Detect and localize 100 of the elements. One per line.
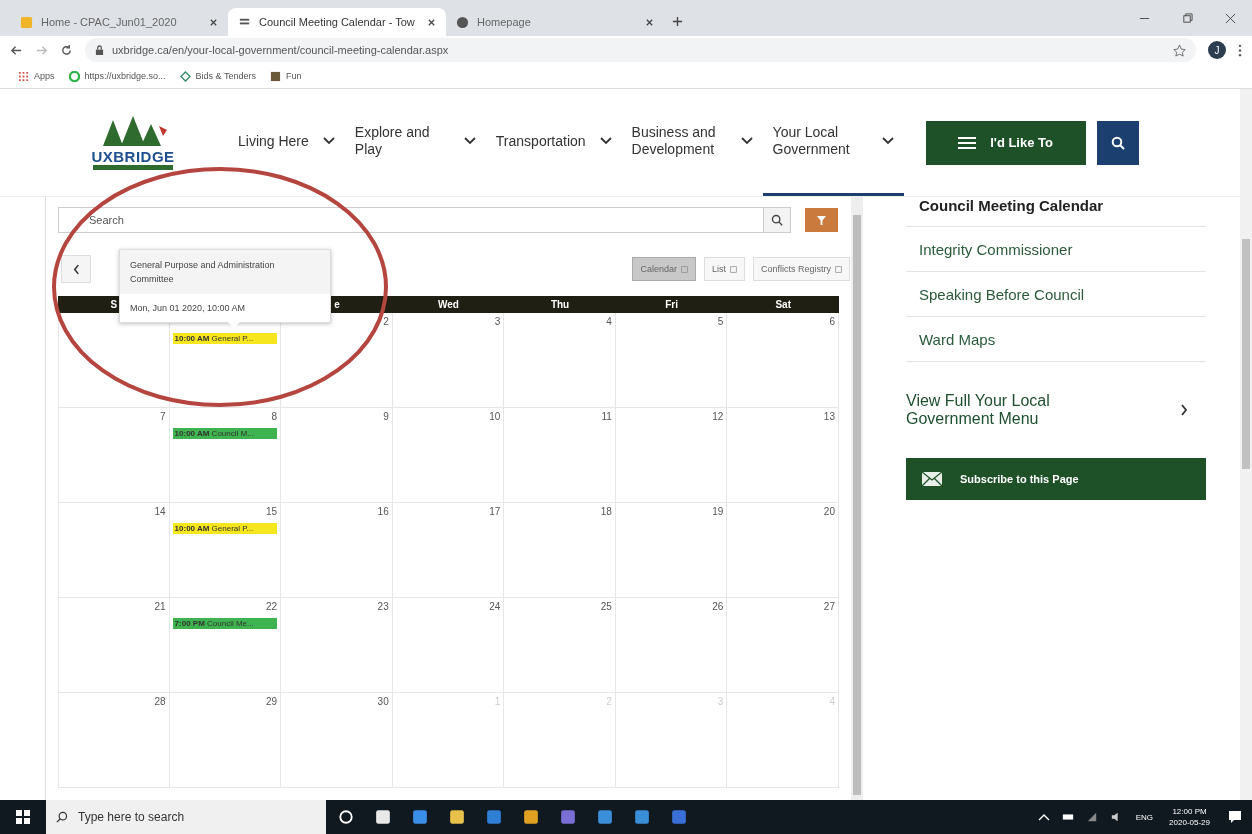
new-tab-icon[interactable] xyxy=(672,16,683,27)
day-number: 9 xyxy=(383,411,389,422)
scrollbar[interactable] xyxy=(1240,89,1252,800)
nav-menu-item[interactable]: Business and Development xyxy=(621,89,763,196)
search-field[interactable]: Search xyxy=(58,207,763,233)
full-menu-link[interactable]: View Full Your Local Government Menu xyxy=(906,392,1206,428)
calendar-event[interactable]: 7:00 PM Council Me... xyxy=(172,618,278,629)
network-icon[interactable] xyxy=(1085,812,1098,822)
tab-title: Council Meeting Calendar - Tow xyxy=(259,16,416,28)
view-toggle-button[interactable]: List xyxy=(703,257,745,281)
windows-icon[interactable] xyxy=(16,810,30,824)
calendar-event[interactable]: 10:00 AM General P... xyxy=(172,333,278,344)
search-button[interactable] xyxy=(763,207,791,233)
close-icon[interactable] xyxy=(1225,13,1236,24)
nav-menu-item[interactable]: Living Here xyxy=(228,89,345,196)
view-toggle-button[interactable]: Calendar xyxy=(632,257,696,281)
day-number: 22 xyxy=(266,601,278,612)
previous-month-button[interactable] xyxy=(61,255,91,283)
tab-title: Homepage xyxy=(477,16,532,28)
day-number: 2 xyxy=(383,316,389,327)
filter-button[interactable] xyxy=(805,208,838,232)
calendar-event[interactable]: 10:00 AM Council M... xyxy=(172,428,278,439)
filter-icon xyxy=(816,214,827,226)
tooltip-date: Mon, Jun 01 2020, 10:00 AM xyxy=(129,302,247,315)
nav-menu-item[interactable]: Transportation xyxy=(485,89,622,196)
day-number: 23 xyxy=(377,601,389,612)
app-icon[interactable] xyxy=(523,809,539,825)
browser-tab[interactable]: Home - CPAC_Jun01_2020 xyxy=(10,8,228,36)
day-number: 13 xyxy=(823,411,835,422)
sidebar-link[interactable]: Speaking Before Council xyxy=(906,272,1206,317)
tab-title: Home - CPAC_Jun01_2020 xyxy=(41,16,178,28)
day-number: 19 xyxy=(712,506,724,517)
search-icon xyxy=(1110,135,1125,150)
view-icon xyxy=(835,265,842,273)
chevron-down-icon xyxy=(599,137,612,145)
day-number: 12 xyxy=(712,411,724,422)
document-icon xyxy=(20,15,33,29)
subscribe-button[interactable]: Subscribe to this Page xyxy=(906,458,1206,500)
chevron-down-icon xyxy=(881,137,894,145)
clock-time[interactable]: 12:00 PM xyxy=(1172,807,1207,816)
day-number: 21 xyxy=(154,601,166,612)
clock-date[interactable]: 2020-05-29 xyxy=(1169,818,1210,827)
town-logo[interactable]: UXBRIDGE xyxy=(88,115,178,170)
weekday-header: Wed xyxy=(438,299,459,310)
globe-icon xyxy=(456,15,469,29)
day-number: 27 xyxy=(823,601,835,612)
day-number: 29 xyxy=(266,696,278,707)
circle-icon[interactable] xyxy=(338,809,354,825)
star-icon[interactable] xyxy=(1173,43,1186,57)
restore-icon[interactable] xyxy=(1182,13,1193,24)
close-icon[interactable] xyxy=(209,17,218,27)
chevron-up-icon[interactable] xyxy=(1037,812,1050,822)
search-button[interactable] xyxy=(1096,120,1139,165)
browser-tab[interactable]: Council Meeting Calendar - Tow xyxy=(228,8,446,36)
more-icon[interactable] xyxy=(1238,43,1242,57)
bookmark[interactable]: https://uxbridge.so... xyxy=(68,70,166,82)
view-icon xyxy=(680,265,688,273)
view-toggle-button[interactable]: Conflicts Registry xyxy=(752,257,850,281)
sidebar-link[interactable]: Ward Maps xyxy=(906,317,1206,362)
search-icon xyxy=(771,214,783,226)
language-indicator[interactable]: ENG xyxy=(1135,812,1154,822)
nav-menu-item[interactable]: Explore and Play xyxy=(344,89,486,196)
bookmark[interactable]: Fun xyxy=(269,70,302,82)
browser-tab[interactable]: Homepage xyxy=(446,8,664,36)
grid-icon xyxy=(18,70,29,82)
profile-avatar[interactable]: J xyxy=(1208,41,1226,59)
list-icon xyxy=(958,136,977,149)
day-number: 5 xyxy=(717,316,724,327)
battery-icon[interactable] xyxy=(1061,812,1074,822)
address-bar[interactable]: uxbridge.ca/en/your-local-government/council-meeting-calendar.aspx xyxy=(85,38,1196,62)
chevron-down-icon xyxy=(322,137,335,145)
envelope-icon xyxy=(922,472,942,486)
day-number: 6 xyxy=(829,316,835,327)
weekday-header: e xyxy=(334,299,340,310)
weekday-header: Sat xyxy=(775,299,791,310)
chevron-down-icon xyxy=(740,137,753,145)
sidebar-link[interactable]: Council Meeting Calendar xyxy=(906,197,1206,227)
close-icon[interactable] xyxy=(645,17,654,27)
sidebar-link[interactable]: Integrity Commissioner xyxy=(906,227,1206,272)
day-number: 8 xyxy=(271,411,278,422)
scrollbar[interactable] xyxy=(851,197,863,800)
nav-menu-item[interactable]: Your Local Government xyxy=(762,89,904,196)
calendar-event[interactable]: 10:00 AM General P... xyxy=(172,523,278,534)
view-icon xyxy=(729,265,737,273)
tooltip-title: General Purpose and Administration Committee xyxy=(120,250,330,294)
reload-icon[interactable] xyxy=(60,43,73,57)
day-number: 15 xyxy=(266,506,278,517)
bookmark[interactable]: Bids & Tenders xyxy=(179,70,256,82)
id-like-to-button[interactable]: I'd Like To xyxy=(925,120,1086,165)
weekday-header: Thu xyxy=(550,299,570,310)
app-icon[interactable] xyxy=(449,809,465,825)
notification-icon[interactable] xyxy=(1228,810,1242,824)
weekday-header: Fri xyxy=(665,299,678,310)
chevron-right-icon xyxy=(1180,404,1188,416)
search-icon xyxy=(56,811,68,823)
bookmark[interactable]: Apps xyxy=(18,70,55,82)
taskbar-search-field[interactable]: Type here to search xyxy=(46,800,326,834)
app-icon[interactable] xyxy=(375,809,391,825)
close-icon[interactable] xyxy=(427,17,436,27)
day-number: 24 xyxy=(489,601,501,612)
